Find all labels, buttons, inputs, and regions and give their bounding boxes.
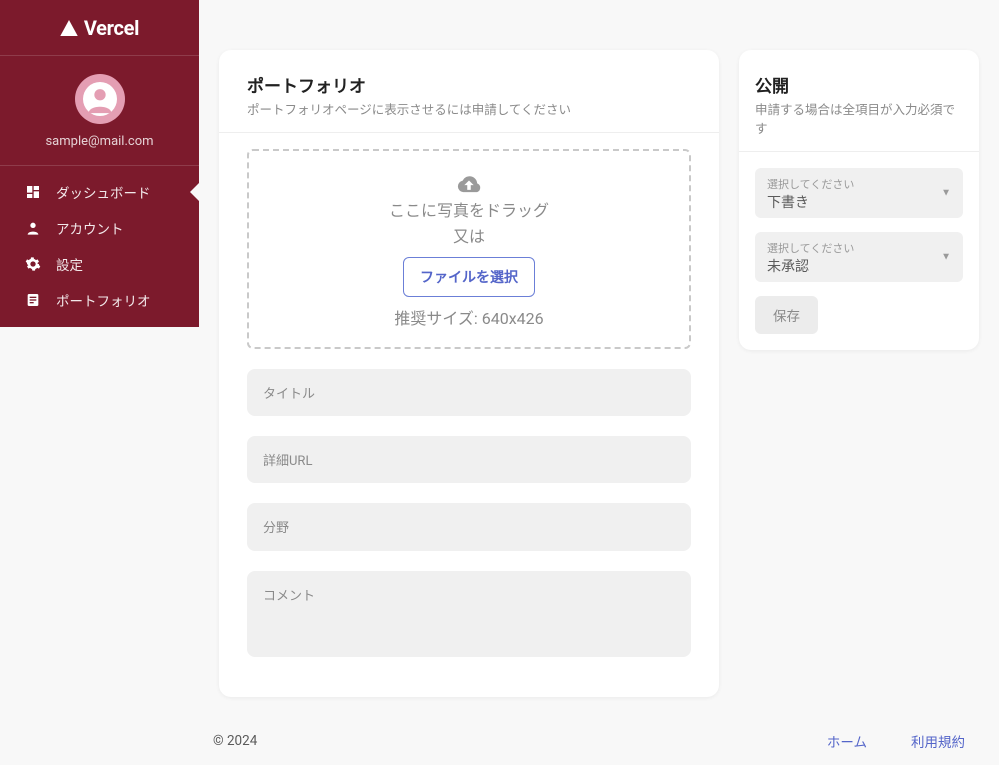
recommended-size: 推奨サイズ: 640x426 [394, 305, 543, 329]
user-email: sample@mail.com [45, 134, 153, 149]
brand-name: Vercel [84, 16, 139, 40]
chevron-down-icon: ▼ [941, 252, 951, 263]
url-field[interactable]: 詳細URL [247, 436, 691, 483]
nav-label: ダッシュボード [56, 182, 151, 202]
field-label: タイトル [263, 383, 675, 402]
copyright: © 2024 [213, 733, 257, 749]
dashboard-icon [24, 183, 42, 201]
comment-field[interactable]: コメント [247, 571, 691, 657]
avatar[interactable] [75, 74, 125, 124]
status-select[interactable]: 選択してください 下書き ▼ [755, 168, 963, 218]
save-button[interactable]: 保存 [755, 296, 818, 334]
person-icon [24, 219, 42, 237]
choose-file-button[interactable]: ファイルを選択 [403, 257, 535, 297]
image-dropzone[interactable]: ここに写真をドラッグ 又は ファイルを選択 推奨サイズ: 640x426 [247, 149, 691, 349]
sidebar: Vercel sample@mail.com ダッシュボード アカウント [0, 0, 199, 327]
nav-item-portfolio[interactable]: ポートフォリオ [0, 282, 199, 318]
publish-subtitle: 申請する場合は全項目が入力必須です [755, 99, 963, 137]
publish-card: 公開 申請する場合は全項目が入力必須です 選択してください 下書き ▼ 選択して… [739, 50, 979, 350]
gear-icon [24, 255, 42, 273]
cloud-upload-icon [455, 173, 483, 195]
nav: ダッシュボード アカウント 設定 ポートフォリオ [0, 166, 199, 318]
main: ポートフォリオ ポートフォリオページに表示させるには申請してください ここに写真… [199, 0, 999, 687]
nav-label: ポートフォリオ [56, 290, 151, 310]
select-value: 下書き [767, 192, 951, 212]
select-value: 未承認 [767, 256, 951, 276]
dropzone-line2: 又は [453, 223, 485, 247]
title-field[interactable]: タイトル [247, 369, 691, 416]
vercel-logo-icon [60, 19, 78, 37]
category-field[interactable]: 分野 [247, 503, 691, 551]
footer: © 2024 ホーム 利用規約 [199, 717, 999, 765]
nav-item-dashboard[interactable]: ダッシュボード [0, 174, 199, 210]
field-label: コメント [263, 585, 675, 604]
field-label: 分野 [263, 517, 675, 536]
footer-link-terms[interactable]: 利用規約 [911, 731, 965, 751]
field-label: 詳細URL [263, 450, 675, 469]
select-label: 選択してください [767, 240, 951, 256]
approval-select[interactable]: 選択してください 未承認 ▼ [755, 232, 963, 282]
nav-label: 設定 [56, 254, 83, 274]
footer-link-home[interactable]: ホーム [827, 731, 867, 751]
form-title: ポートフォリオ [247, 72, 691, 97]
nav-item-settings[interactable]: 設定 [0, 246, 199, 282]
publish-title: 公開 [755, 72, 963, 97]
form-subtitle: ポートフォリオページに表示させるには申請してください [247, 99, 691, 118]
dropzone-line1: ここに写真をドラッグ [389, 197, 549, 221]
profile-section: sample@mail.com [0, 56, 199, 166]
portfolio-form-card: ポートフォリオ ポートフォリオページに表示させるには申請してください ここに写真… [219, 50, 719, 697]
article-icon [24, 291, 42, 309]
chevron-down-icon: ▼ [941, 188, 951, 199]
nav-item-account[interactable]: アカウント [0, 210, 199, 246]
nav-label: アカウント [56, 218, 124, 238]
logo: Vercel [0, 0, 199, 56]
select-label: 選択してください [767, 176, 951, 192]
